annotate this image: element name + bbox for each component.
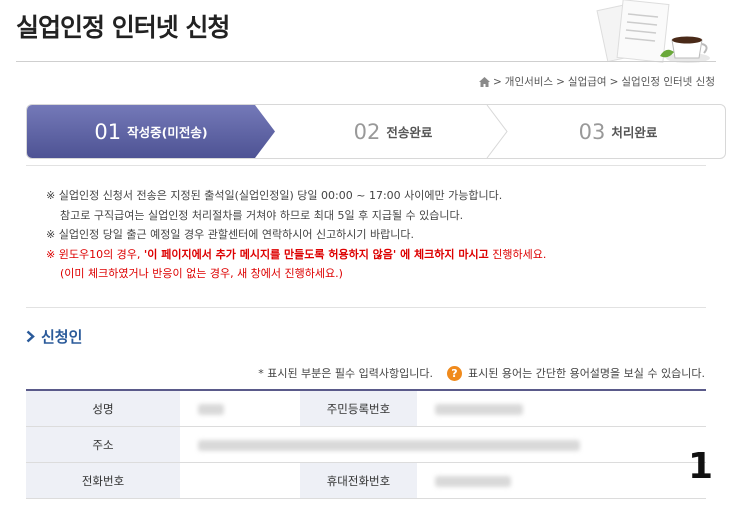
page-title: 실업인정 인터넷 신청 xyxy=(16,13,230,42)
decorative-documents-coffee-image xyxy=(596,0,710,63)
step-1-label: 작성중(미전송) xyxy=(127,125,208,140)
notice-line-warning-sub: (이미 체크하였거나 반응이 없는 경우, 새 창에서 진행하세요.) xyxy=(60,267,343,280)
notice-list: ※ 실업인정 신청서 전송은 지정된 출석일(실업인정일) 당일 00:00 ~… xyxy=(46,186,546,284)
breadcrumb: > 개인서비스 > 실업급여 > 실업인정 인터넷 신청 xyxy=(478,74,715,89)
breadcrumb-item-unemployment-benefit[interactable]: 실업급여 xyxy=(568,74,607,89)
breadcrumb-item-current-page: 실업인정 인터넷 신청 xyxy=(621,76,715,88)
step-2-number: 02 xyxy=(353,119,381,144)
home-icon[interactable] xyxy=(478,76,490,87)
title-divider xyxy=(16,61,716,62)
name-value xyxy=(180,390,300,427)
table-row: 전화번호 휴대전화번호 xyxy=(26,462,706,499)
step-3-number: 03 xyxy=(578,119,606,144)
question-icon: ? xyxy=(447,365,462,381)
step-3: 03 처리완료 xyxy=(511,105,725,158)
address-label: 주소 xyxy=(26,426,180,463)
address-value xyxy=(180,426,706,463)
notice-line: ※ 실업인정 당일 출근 예정일 경우 관할센터에 연락하시어 신고하시기 바랍… xyxy=(46,228,415,241)
name-label: 성명 xyxy=(26,390,180,427)
notice-warning-prefix: ※ 윈도우10의 경우, xyxy=(46,247,144,261)
breadcrumb-item-personal-service[interactable]: 개인서비스 xyxy=(505,74,553,89)
notice-line: ※ 실업인정 신청서 전송은 지정된 출석일(실업인정일) 당일 00:00 ~… xyxy=(46,189,503,202)
progress-steps: 01 작성중(미전송) 02 전송완료 03 처리완료 xyxy=(26,104,726,159)
mobile-label: 휴대전화번호 xyxy=(299,462,417,499)
notice-warning-bold: '이 페이지에서 추가 메시지를 만들도록 허용하지 않음' 에 체크하지 마시… xyxy=(143,247,489,261)
applicant-form-table: 성명 주민등록번호 주소 전화번호 휴대전화번호 xyxy=(26,389,706,499)
phone-label: 전화번호 xyxy=(26,462,180,499)
divider xyxy=(26,307,706,308)
table-row: 성명 주민등록번호 xyxy=(26,390,706,427)
breadcrumb-separator: > xyxy=(492,75,502,88)
notice-line: 참고로 구직급여는 실업인정 처리절차를 거쳐야 하므로 최대 5일 후 지급될… xyxy=(60,208,464,222)
help-hint: 표시된 용어는 간단한 용어설명을 보실 수 있습니다. xyxy=(468,367,705,380)
rrn-label: 주민등록번호 xyxy=(299,390,417,427)
chevron-right-icon xyxy=(26,330,35,343)
phone-value xyxy=(180,462,300,499)
breadcrumb-separator: > xyxy=(556,75,565,88)
overlay-number: 1 xyxy=(688,446,714,487)
rrn-value xyxy=(416,390,706,427)
notice-warning-suffix: 진행하세요. xyxy=(488,247,547,261)
step-1-number: 01 xyxy=(94,119,122,144)
required-hint: * 표시된 부분은 필수 입력사항입니다. xyxy=(258,367,433,380)
step-2-label: 전송완료 xyxy=(386,125,433,140)
step-3-label: 처리완료 xyxy=(611,125,658,140)
mobile-value xyxy=(416,462,706,499)
step-2: 02 전송완료 xyxy=(275,105,511,158)
divider xyxy=(26,165,706,166)
step-1-active: 01 작성중(미전송) xyxy=(27,105,275,158)
table-row: 주소 xyxy=(26,426,706,463)
form-hints: * 표시된 부분은 필수 입력사항입니다. ? 표시된 용어는 간단한 용어설명… xyxy=(258,365,705,381)
section-title-text: 신청인 xyxy=(41,328,83,346)
section-title: 신청인 xyxy=(26,326,82,347)
breadcrumb-separator: > xyxy=(609,75,619,88)
notice-line-warning: ※ 윈도우10의 경우, '이 페이지에서 추가 메시지를 만들도록 허용하지 … xyxy=(46,245,546,265)
